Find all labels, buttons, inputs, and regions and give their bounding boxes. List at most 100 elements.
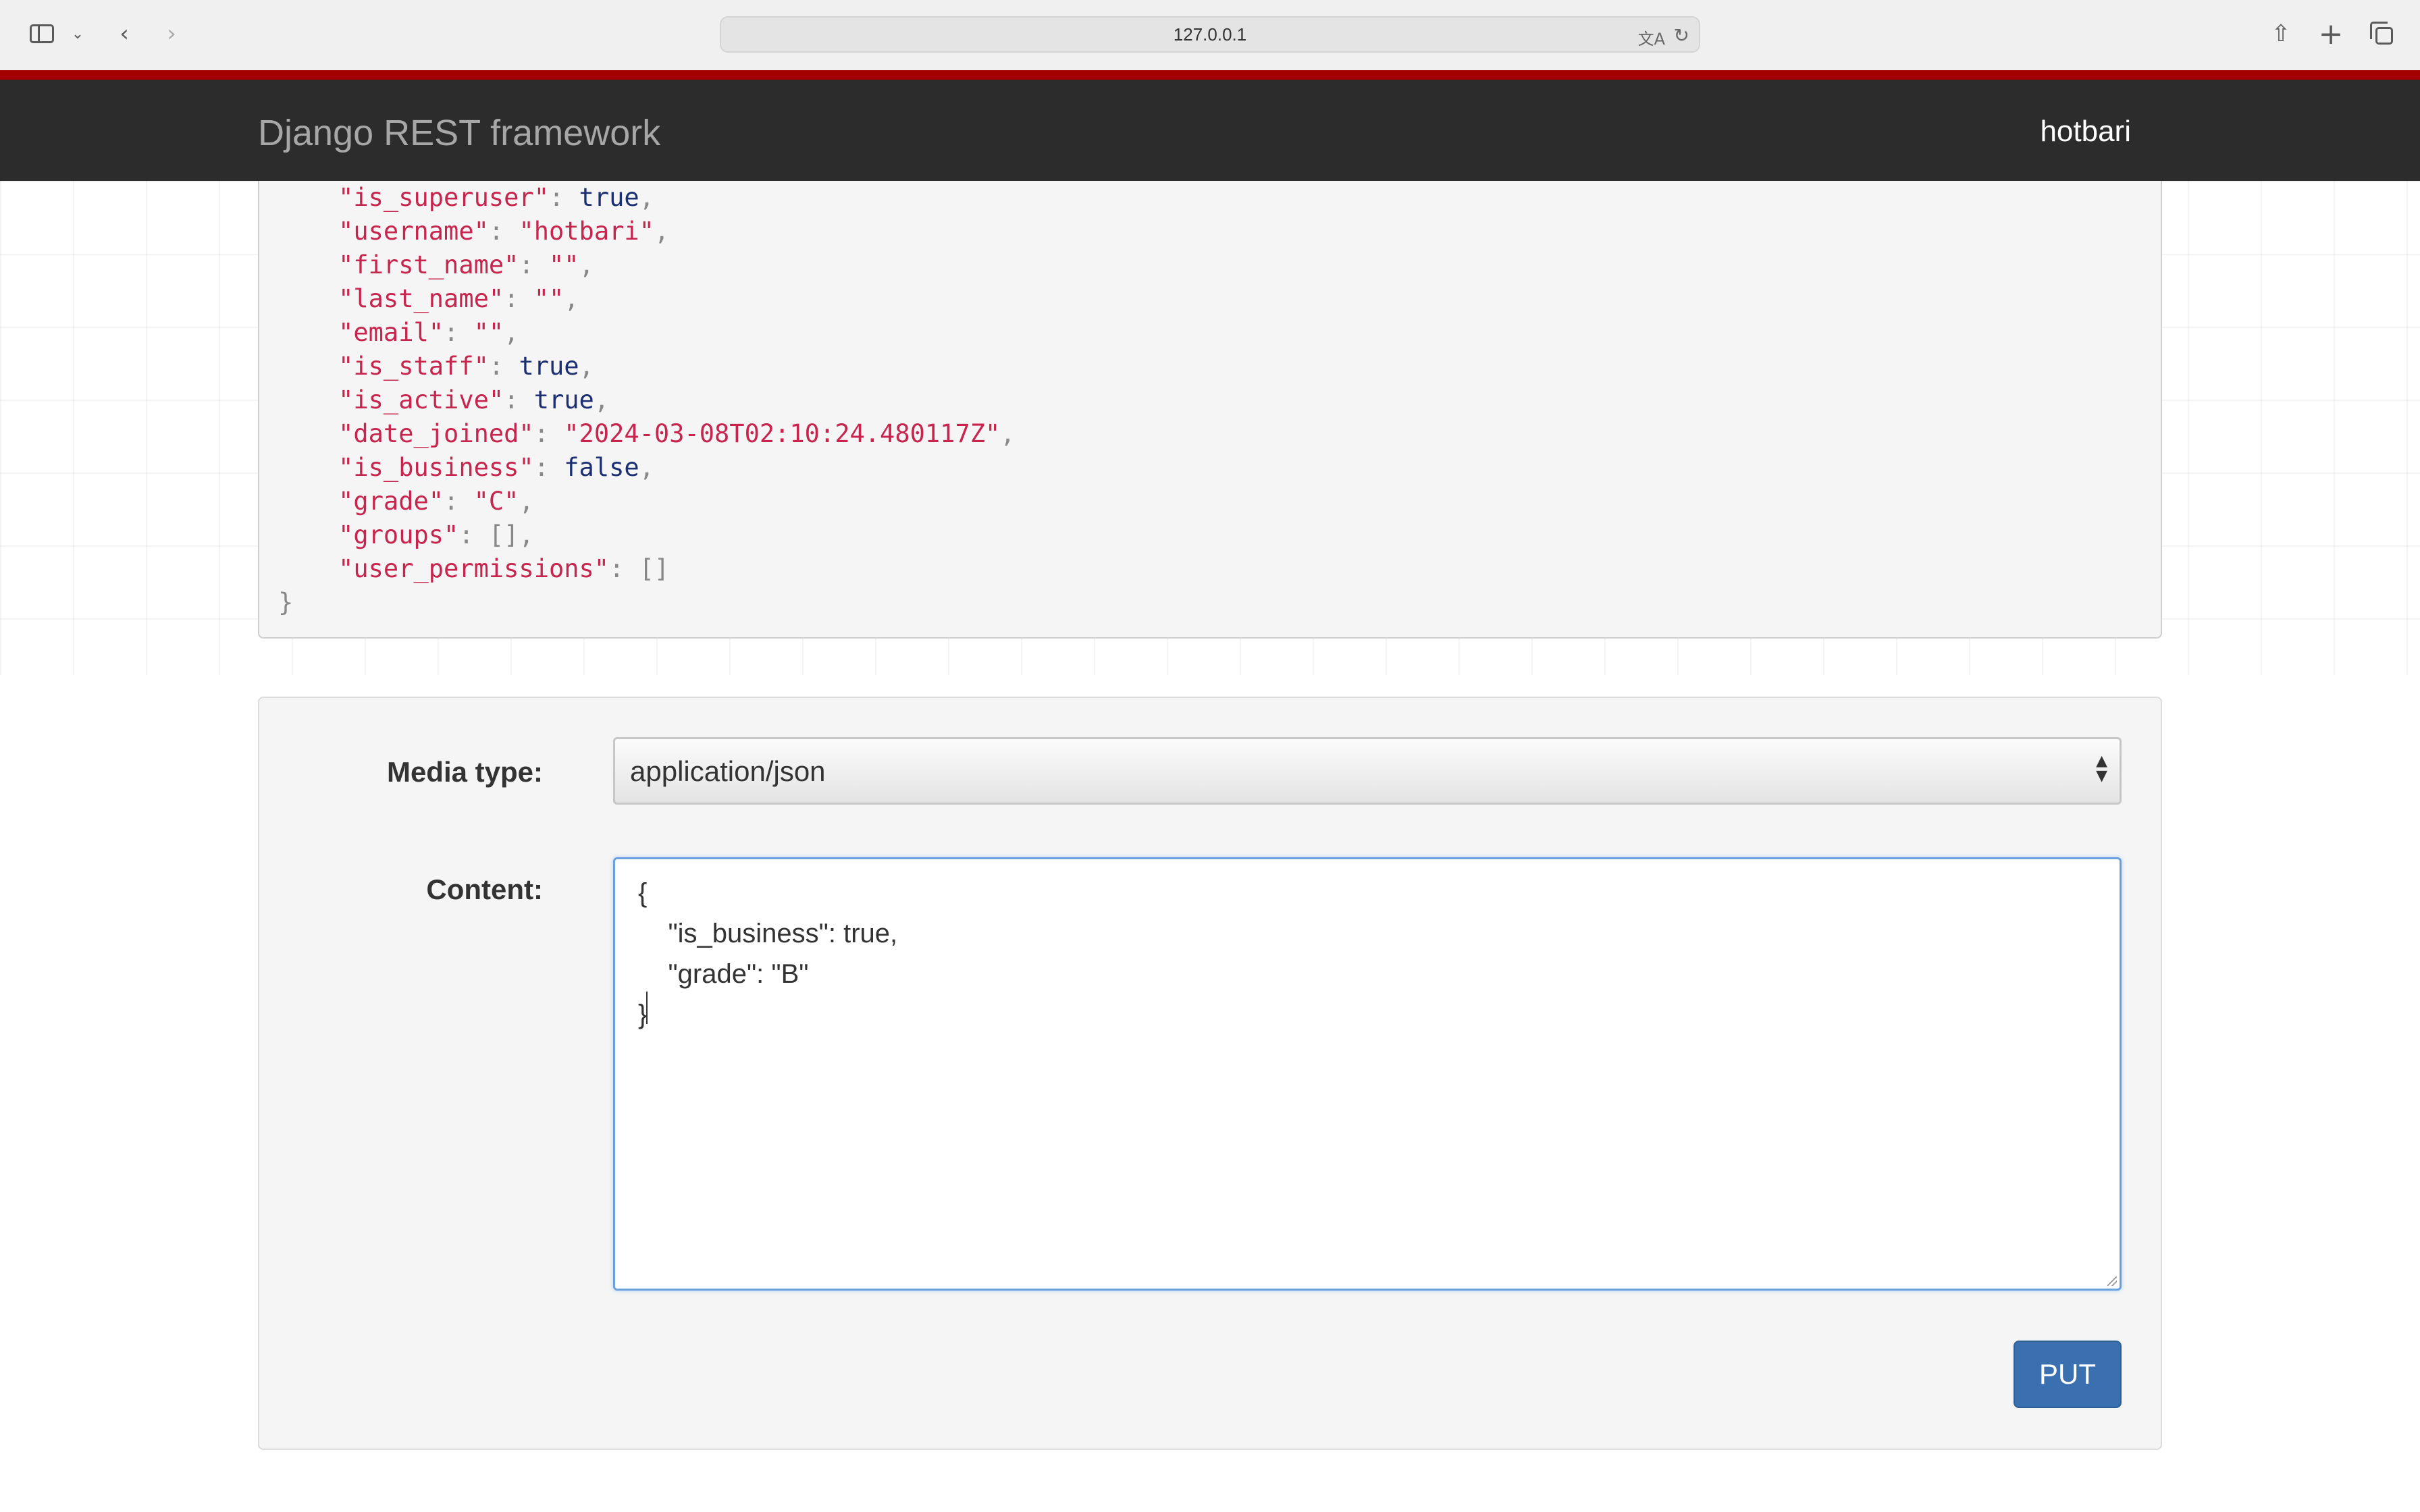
json-value: true	[579, 183, 639, 212]
json-comma: ,	[519, 520, 534, 549]
json-comma: ,	[654, 217, 670, 246]
json-key: "date_joined"	[338, 419, 534, 448]
content-textarea[interactable]: { "is_business": true, "grade": "B" }	[613, 857, 2122, 1291]
navbar: Django REST framework hotbari	[0, 80, 2420, 181]
json-key: "email"	[338, 318, 444, 347]
url-text[interactable]: 127.0.0.1	[721, 18, 1699, 51]
json-value: ""	[533, 284, 564, 313]
plus-icon[interactable]: +	[2315, 17, 2347, 51]
json-line: "is_active": true,	[278, 383, 1016, 417]
json-comma: ,	[519, 487, 534, 516]
json-line: "first_name": "",	[278, 248, 1016, 282]
json-key: "is_business"	[338, 453, 534, 482]
json-key: "first_name"	[338, 250, 519, 279]
json-line: "user_permissions": []	[278, 552, 1016, 586]
json-colon: :	[458, 520, 489, 549]
json-line: "is_superuser": true,	[278, 181, 1016, 215]
put-button[interactable]: PUT	[2014, 1341, 2122, 1408]
json-line: "username": "hotbari",	[278, 215, 1016, 248]
json-line: "is_business": false,	[278, 451, 1016, 485]
json-key: "user_permissions"	[338, 554, 610, 583]
media-type-select[interactable]: application/json ▲ ▼	[613, 737, 2122, 805]
json-key: "groups"	[338, 520, 459, 549]
json-value: false	[564, 453, 639, 482]
json-comma: ,	[504, 318, 519, 347]
brand-link[interactable]: Django REST framework	[258, 112, 660, 154]
json-value: true	[533, 385, 594, 414]
json-colon: :	[488, 352, 519, 381]
response-json: "is_superuser": true, "username": "hotba…	[278, 181, 1016, 620]
json-key: "is_superuser"	[338, 183, 549, 212]
json-key: "is_active"	[338, 385, 504, 414]
json-key: "username"	[338, 217, 489, 246]
translate-icon[interactable]: 文A	[1638, 26, 1665, 49]
json-line: "email": "",	[278, 316, 1016, 350]
json-value: []	[639, 554, 670, 583]
json-colon: :	[519, 250, 549, 279]
chevron-down-icon[interactable]: ⌄	[66, 18, 89, 50]
content-label: Content:	[426, 873, 543, 905]
json-line: "last_name": "",	[278, 282, 1016, 316]
json-line: "is_staff": true,	[278, 350, 1016, 383]
browser-toolbar: ⌄ ‹ › 127.0.0.1 文A ↻ ⇧ +	[0, 0, 2420, 71]
forward-arrow-icon[interactable]: ›	[155, 18, 188, 50]
json-comma: ,	[639, 183, 654, 212]
json-value: ""	[473, 318, 504, 347]
json-value: "hotbari"	[519, 217, 654, 246]
media-type-value: application/json	[630, 755, 826, 787]
json-value: "2024-03-08T02:10:24.480117Z"	[564, 419, 1001, 448]
json-key: "grade"	[338, 487, 444, 516]
text-cursor	[646, 992, 648, 1024]
reload-icon[interactable]: ↻	[1674, 24, 1689, 47]
response-panel: "is_superuser": true, "username": "hotba…	[258, 181, 2162, 639]
sidebar-icon[interactable]	[26, 18, 58, 50]
raw-data-form: Media type: application/json ▲ ▼ Content:…	[258, 697, 2162, 1450]
json-key: "last_name"	[338, 284, 504, 313]
json-colon: :	[504, 385, 534, 414]
json-value: true	[519, 352, 579, 381]
json-value: []	[488, 520, 519, 549]
resize-grip-icon[interactable]	[2107, 1276, 2117, 1286]
json-comma: ,	[1000, 419, 1016, 448]
json-colon: :	[444, 487, 474, 516]
json-value: "C"	[473, 487, 519, 516]
json-comma: ,	[639, 453, 654, 482]
json-colon: :	[533, 453, 564, 482]
json-colon: :	[533, 419, 564, 448]
json-comma: ,	[564, 284, 579, 313]
share-icon[interactable]: ⇧	[2265, 18, 2297, 50]
json-colon: :	[488, 217, 519, 246]
json-line: "groups": [],	[278, 518, 1016, 552]
user-menu[interactable]: hotbari	[2040, 115, 2131, 148]
json-value: ""	[548, 250, 579, 279]
json-closing-brace: }	[278, 588, 294, 617]
media-type-label: Media type:	[386, 756, 543, 788]
tabs-icon[interactable]	[2366, 18, 2398, 50]
json-colon: :	[444, 318, 474, 347]
json-key: "is_staff"	[338, 352, 489, 381]
accent-stripe	[0, 70, 2420, 80]
json-colon: :	[504, 284, 534, 313]
json-comma: ,	[594, 385, 610, 414]
json-colon: :	[609, 554, 639, 583]
address-bar[interactable]: 127.0.0.1 文A ↻	[720, 16, 1700, 53]
json-comma: ,	[579, 250, 594, 279]
select-arrows-icon: ▲ ▼	[2096, 753, 2107, 784]
json-line: "date_joined": "2024-03-08T02:10:24.4801…	[278, 417, 1016, 451]
back-arrow-icon[interactable]: ‹	[108, 18, 140, 50]
content-value[interactable]: { "is_business": true, "grade": "B" }	[638, 873, 897, 1035]
json-colon: :	[548, 183, 579, 212]
json-comma: ,	[579, 352, 594, 381]
